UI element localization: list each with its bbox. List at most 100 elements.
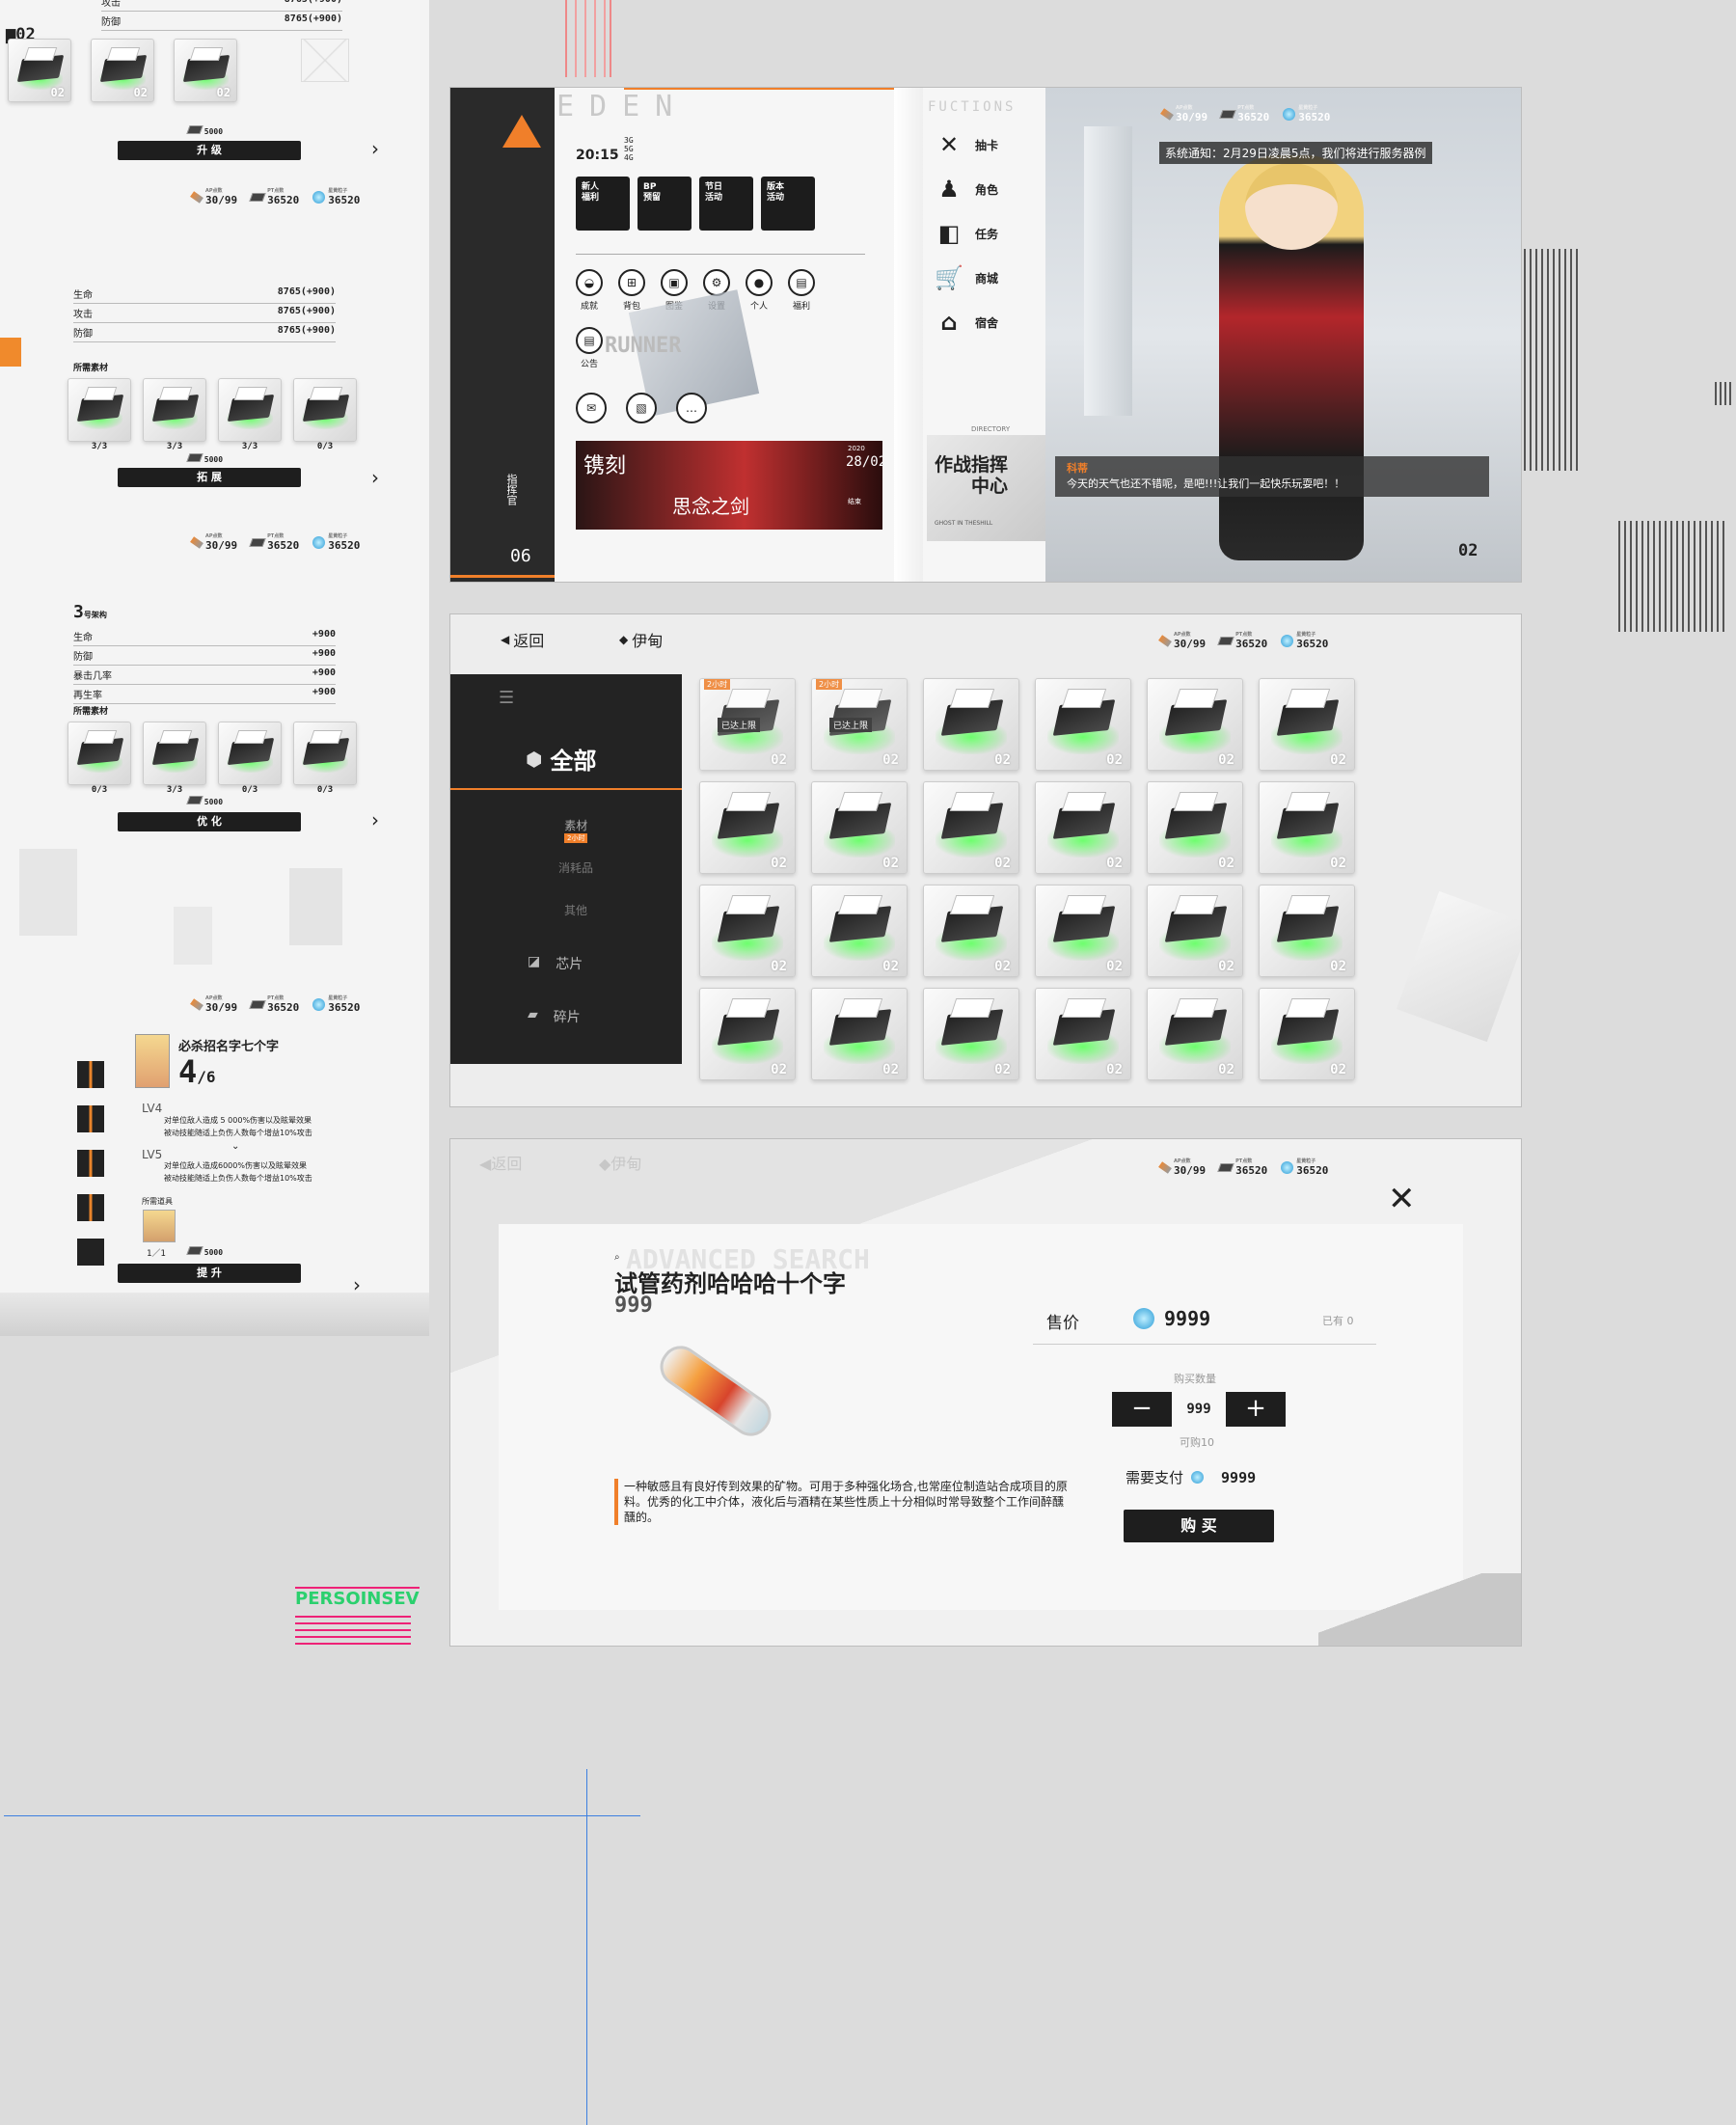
menu-version[interactable]: 版本 活动	[761, 177, 815, 231]
menu-bp[interactable]: BP 预留	[637, 177, 692, 231]
item-tag: 02	[1330, 1062, 1346, 1077]
material-tile[interactable]	[293, 378, 357, 442]
inventory-item-tile[interactable]: 02	[1259, 988, 1355, 1080]
signals: 3G 5G 4G	[624, 136, 634, 162]
inventory-item-tile[interactable]: 02 2小时 已达上限	[699, 678, 796, 771]
quantity-value[interactable]: 999	[1172, 1402, 1226, 1417]
welfare-item[interactable]: ▤ 福利	[788, 269, 815, 312]
inventory-item-tile[interactable]: 02	[923, 678, 1019, 771]
category-fragment[interactable]: ▰ 碎片	[528, 1007, 581, 1026]
inventory-item-tile[interactable]: 02	[811, 988, 908, 1080]
inventory-item-tile[interactable]: 02	[1035, 885, 1131, 977]
inventory-item-tile[interactable]: 02	[923, 885, 1019, 977]
menu-newbie[interactable]: 新人 福利	[576, 177, 630, 231]
section3-title: 3号架构	[73, 602, 107, 622]
inventory-item-tile[interactable]: 02	[1147, 988, 1243, 1080]
next-arrow-icon[interactable]: ›	[371, 137, 379, 160]
inventory-item-tile[interactable]: 02	[1259, 678, 1355, 771]
inventory-item-tile[interactable]: 02	[1035, 781, 1131, 874]
limit-label: 已达上限	[718, 718, 761, 732]
inventory-item-tile[interactable]: 02	[1147, 885, 1243, 977]
next-arrow-icon[interactable]: ›	[371, 466, 379, 489]
inventory-item-tile[interactable]: 02	[923, 988, 1019, 1080]
notice-item[interactable]: ▤ 公告	[576, 327, 603, 369]
cost-label: 5000	[186, 125, 223, 136]
profile-item[interactable]: ● 个人	[746, 269, 773, 312]
notice-icon: ▤	[576, 327, 603, 354]
skill-icons	[77, 1061, 104, 1266]
minus-button[interactable]: −	[1112, 1392, 1172, 1427]
category-all[interactable]: ⬢ 全部	[526, 742, 596, 776]
inventory-item-tile[interactable]: 02	[699, 781, 796, 874]
expand-chevron-icon[interactable]: ⌄	[231, 1141, 239, 1152]
menu-festival[interactable]: 节日 活动	[699, 177, 753, 231]
character-button[interactable]: ◆伊甸	[619, 628, 663, 651]
back-button[interactable]: ◀返回	[479, 1151, 522, 1174]
inventory-item-tile[interactable]: 02	[811, 885, 908, 977]
achievement-item[interactable]: ◒ 成就	[576, 269, 603, 312]
material-tile[interactable]	[143, 722, 206, 785]
material-tile[interactable]	[218, 378, 282, 442]
user-icon: ●	[746, 269, 773, 296]
gallery-icon[interactable]: ▧	[626, 393, 657, 423]
hamburger-icon[interactable]: ☰	[499, 688, 514, 708]
chip-tile[interactable]: 02	[174, 39, 237, 102]
material-tile[interactable]	[68, 722, 131, 785]
inventory-item-tile[interactable]: 02	[1035, 678, 1131, 771]
chip-tile[interactable]: 02	[8, 39, 71, 102]
ghost-label: GHOST IN THESHILL	[935, 520, 993, 527]
inventory-item-tile[interactable]: 02 2小时 已达上限	[811, 678, 908, 771]
command-center-button[interactable]: 作战指挥 中心 GHOST IN THESHILL	[927, 435, 1052, 541]
category-chip[interactable]: ◪ 芯片	[528, 954, 583, 973]
event-banner[interactable]: 镌刻 思念之剑 2020 28/02 结束	[576, 441, 882, 530]
item-description: 一种敏感且有良好传到效果的矿物。可用于多种强化场合,也常座位制造站合成项目的原料…	[614, 1479, 1068, 1525]
gacha-icon: ✕	[938, 131, 960, 158]
material-tile[interactable]	[68, 378, 131, 442]
item-tag: 02	[1218, 1062, 1234, 1077]
material-tile[interactable]	[143, 378, 206, 442]
dialogue-box[interactable]: 科蒂 今天的天气也还不错呢，是吧!!!让我们一起快乐玩耍吧！！	[1055, 456, 1489, 497]
plus-button[interactable]: +	[1226, 1392, 1286, 1427]
purchase-dialog: ◀返回 ◆伊甸 AP点数 30/99 PT点数 36520 星黄粒子 36520 ✕ …	[449, 1138, 1522, 1647]
dorm-item[interactable]: ⌂ 宿舍	[933, 308, 998, 337]
item-avatar[interactable]	[143, 1210, 176, 1242]
character-button[interactable]: ◆伊甸	[599, 1151, 641, 1174]
shop-item[interactable]: 🛒 商城	[933, 263, 998, 292]
inventory-item-tile[interactable]: 02	[699, 885, 796, 977]
mail-icon[interactable]: ✉	[576, 393, 607, 423]
back-button[interactable]: ◀返回	[501, 628, 544, 651]
expand-button[interactable]: 拓 展	[118, 468, 301, 487]
inventory-item-tile[interactable]: 02	[1147, 678, 1243, 771]
close-icon[interactable]: ✕	[1388, 1180, 1416, 1218]
inventory-item-tile[interactable]: 02	[1259, 885, 1355, 977]
inventory-item-tile[interactable]: 02	[811, 781, 908, 874]
buy-button[interactable]: 购 买	[1124, 1510, 1274, 1542]
next-arrow-icon[interactable]: ›	[371, 808, 379, 831]
sub-consumable[interactable]: 消耗品	[558, 859, 593, 876]
skill-slot-icon[interactable]	[77, 1239, 104, 1266]
chip-tile[interactable]: 02	[91, 39, 154, 102]
sub-other[interactable]: 其他	[564, 902, 587, 918]
skill-slot-icon[interactable]	[77, 1061, 104, 1088]
inventory-item-tile[interactable]: 02	[1035, 988, 1131, 1080]
level-up-button[interactable]: 升 级	[118, 141, 301, 160]
inventory-item-tile[interactable]: 02	[699, 988, 796, 1080]
material-tile[interactable]	[293, 722, 357, 785]
codex-icon: ▣	[661, 269, 688, 296]
optimize-button[interactable]: 优 化	[118, 812, 301, 831]
inventory-item-tile[interactable]: 02	[1259, 781, 1355, 874]
inventory-item-tile[interactable]: 02	[1147, 781, 1243, 874]
chat-icon[interactable]: …	[676, 393, 707, 423]
gacha-item[interactable]: ✕ 抽卡	[933, 130, 998, 159]
logo-icon[interactable]	[502, 115, 541, 148]
inventory-item-tile[interactable]: 02	[923, 781, 1019, 874]
skill-slot-icon[interactable]	[77, 1105, 104, 1132]
upgrade-skill-button[interactable]: 提 升	[118, 1264, 301, 1283]
skill-slot-icon[interactable]	[77, 1194, 104, 1221]
bag-item[interactable]: ⊞ 背包	[618, 269, 645, 312]
mission-item[interactable]: ◧ 任务	[933, 219, 998, 248]
character-item[interactable]: ♟ 角色	[933, 175, 998, 204]
skill-slot-icon[interactable]	[77, 1150, 104, 1177]
sub-material[interactable]: 素材 2小时	[564, 817, 588, 843]
material-tile[interactable]	[218, 722, 282, 785]
